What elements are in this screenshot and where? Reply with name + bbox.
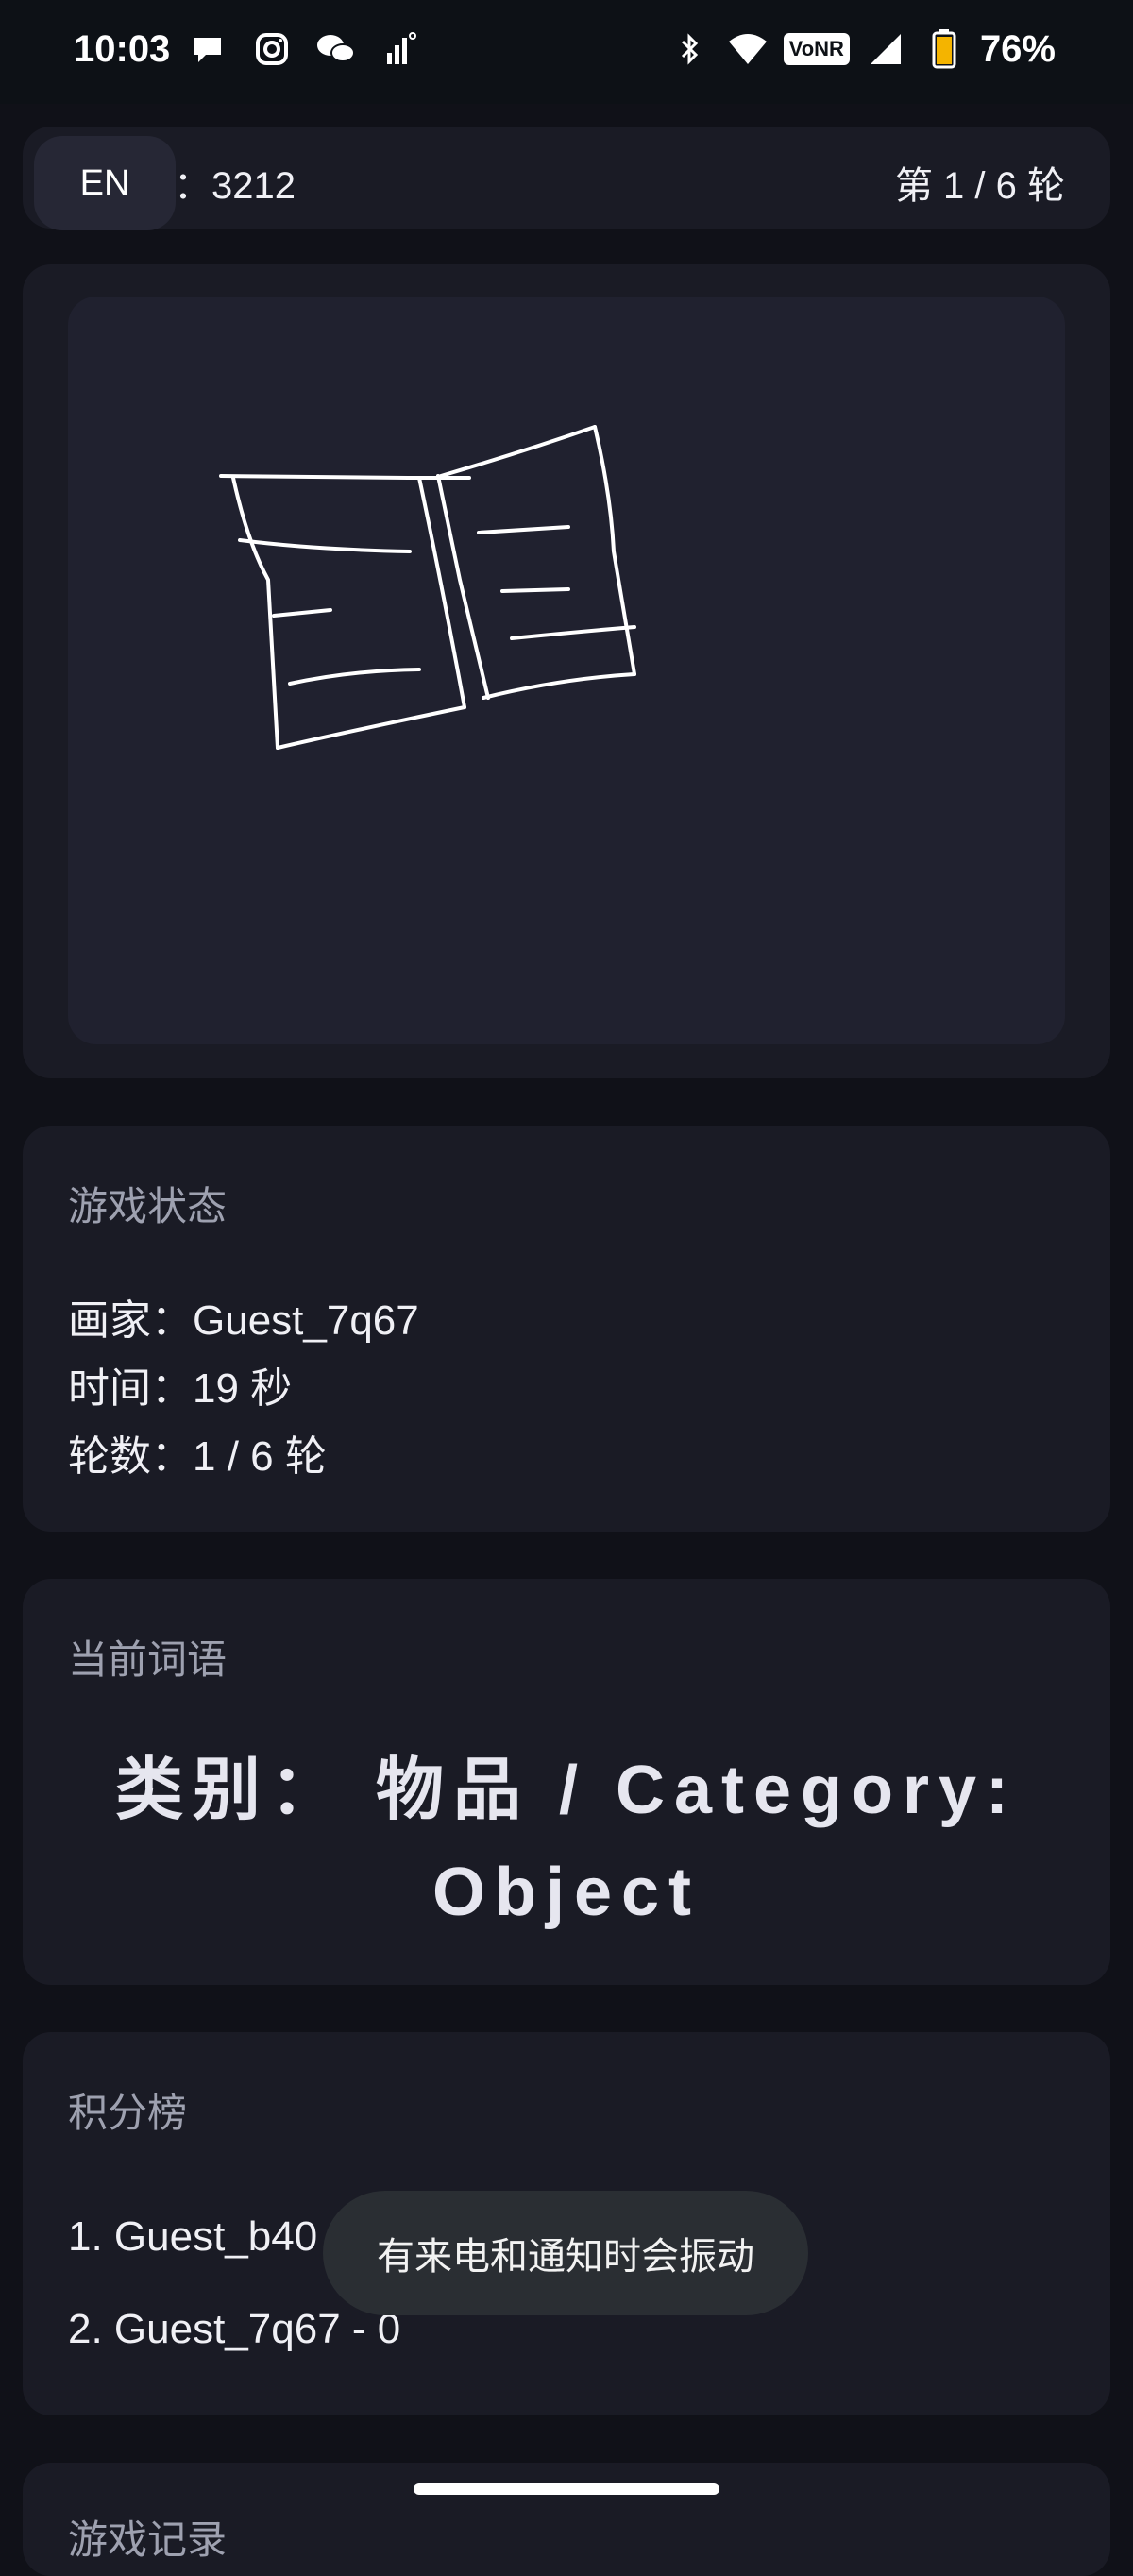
drawing-canvas[interactable] [68,297,1065,1044]
word-hint: 类别： 物品 / Category: Object [114,1753,1019,1930]
game-status-title: 游戏状态 [68,1184,228,1229]
signal-bars-icon [378,26,423,72]
room-code: ：3212 [174,165,296,207]
bluetooth-icon [667,26,712,72]
leaderboard-title: 积分榜 [68,2091,188,2135]
status-bar: 10:03 VoNR 76% [0,0,1133,104]
book-sketch [219,425,636,750]
status-time: 10:03 [74,28,171,70]
leaderboard-entry: 1. Guest_b40 [68,2213,318,2260]
instagram-icon [249,26,295,72]
battery-percent: 76% [979,27,1056,70]
vonr-icon: VoNR [783,33,850,65]
system-icons: VoNR 76% [667,26,1056,72]
rounds-line: 轮数：1 / 6 轮 [68,1433,327,1480]
cell-signal-icon [863,26,908,72]
game-status-card: 游戏状态 画家：Guest_7q67 时间：19 秒 轮数：1 / 6 轮 [23,1126,1110,1532]
game-log-card: 游戏记录 [23,2463,1110,2576]
wifi-icon [725,26,770,72]
home-indicator[interactable] [414,2483,719,2495]
room-header: EN ：3212 第 1 / 6 轮 [23,127,1110,230]
vibration-toast: 有来电和通知时会振动 [323,2191,808,2315]
current-word-card: 当前词语 类别： 物品 / Category: Object [23,1579,1110,1985]
time-line: 时间：19 秒 [68,1365,293,1412]
language-toggle-button[interactable]: EN [34,136,176,230]
round-indicator: 第 1 / 6 轮 [894,165,1065,207]
painter-line: 画家：Guest_7q67 [68,1297,419,1344]
battery-icon [922,26,967,72]
notification-icons [185,26,423,72]
wechat-icon [313,26,359,72]
game-log-title: 游戏记录 [68,2517,228,2562]
current-word-title: 当前词语 [68,1637,228,1682]
drawing-card [23,264,1110,1078]
leaderboard-entry: 2. Guest_7q67 - 0 [68,2306,401,2352]
chat-bubble-icon [185,26,230,72]
